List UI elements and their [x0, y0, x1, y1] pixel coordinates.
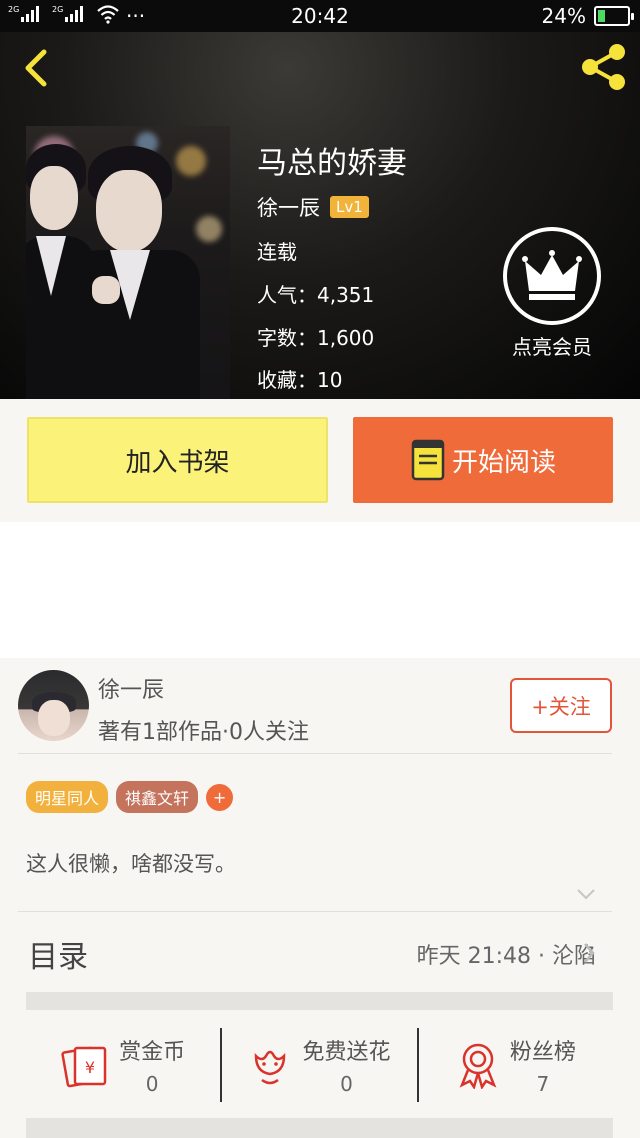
- level-badge: Lv1: [330, 196, 369, 218]
- book-title: 马总的娇妻: [257, 146, 407, 181]
- add-tag-button[interactable]: +: [206, 783, 234, 811]
- spacer: [0, 522, 640, 658]
- start-reading-label: 开始阅读: [451, 447, 556, 478]
- tag-item[interactable]: 祺鑫文轩: [116, 781, 199, 813]
- rewards-row: ¥ 赏金币 0 免费送花 0 粉丝榜 7: [26, 1010, 613, 1120]
- chevron-right-icon[interactable]: [582, 942, 596, 964]
- share-button[interactable]: [580, 42, 628, 92]
- follow-button[interactable]: +关注: [510, 678, 612, 733]
- book-cover-image[interactable]: [26, 126, 230, 399]
- share-icon: [582, 44, 625, 90]
- status-bar: 2G 2G ··· 20:42 24%: [0, 0, 640, 32]
- flower-icon: [255, 1050, 286, 1085]
- member-button[interactable]: 点亮会员: [500, 227, 604, 360]
- battery-percent: 24%: [541, 4, 586, 28]
- section-divider: [26, 992, 613, 1010]
- back-arrow-icon: [25, 49, 47, 87]
- back-button[interactable]: [18, 46, 58, 90]
- author-row[interactable]: 徐一辰 Lv1: [257, 192, 369, 222]
- toc-latest-chapter[interactable]: 昨天 21:48 · 沦陷: [417, 938, 596, 970]
- book-author[interactable]: 徐一辰: [257, 192, 320, 222]
- reward-label: 免费送花: [302, 1040, 391, 1065]
- reward-value: 0: [340, 1072, 353, 1096]
- fan-ranking-button[interactable]: 粉丝榜 7: [419, 1010, 613, 1120]
- author-stats: 著有1部作品·0人关注: [98, 720, 309, 745]
- reward-value: 7: [536, 1072, 550, 1096]
- author-description: 这人很懒，啥都没写。: [26, 852, 236, 876]
- status-right: 24%: [541, 4, 634, 28]
- reward-label: 粉丝榜: [509, 1040, 576, 1065]
- add-to-shelf-button[interactable]: 加入书架: [27, 417, 328, 503]
- member-label: 点亮会员: [512, 335, 592, 359]
- start-reading-button[interactable]: 开始阅读: [353, 417, 613, 503]
- tag-list: 明星同人 祺鑫文轩 +: [26, 781, 234, 813]
- book-status: 连载: [257, 240, 297, 264]
- medal-icon: [459, 1043, 497, 1089]
- book-popularity: 人气：4,351: [257, 283, 375, 307]
- book-favorites: 收藏：10: [257, 368, 343, 392]
- section-divider: [26, 1118, 613, 1138]
- author-name[interactable]: 徐一辰: [98, 672, 164, 704]
- svg-text:¥: ¥: [85, 1058, 95, 1077]
- send-flower-button[interactable]: 免费送花 0: [222, 1010, 416, 1120]
- reward-coin-icon: ¥: [61, 1046, 107, 1088]
- action-area: 加入书架 开始阅读: [0, 399, 640, 522]
- crown-icon: [503, 227, 601, 325]
- toc-title[interactable]: 目录: [28, 932, 88, 976]
- book-header: 马总的娇妻 徐一辰 Lv1 连载 人气：4,351 字数：1,600 收藏：10…: [0, 32, 640, 399]
- add-to-shelf-label: 加入书架: [125, 447, 230, 478]
- reward-label: 赏金币: [119, 1040, 186, 1065]
- divider: [18, 911, 612, 912]
- tag-item[interactable]: 明星同人: [26, 781, 109, 813]
- battery-fill: [598, 10, 605, 22]
- reward-value: 0: [145, 1072, 159, 1096]
- battery-icon: [594, 6, 634, 26]
- author-card: 徐一辰 著有1部作品·0人关注 +关注 明星同人 祺鑫文轩 + 这人很懒，啥都没…: [0, 658, 640, 1138]
- chevron-down-icon[interactable]: [576, 888, 596, 900]
- reward-coin-button[interactable]: ¥ 赏金币 0: [26, 1010, 220, 1120]
- avatar[interactable]: [18, 670, 89, 741]
- book-word-count: 字数：1,600: [257, 326, 375, 350]
- book-icon: [411, 439, 445, 481]
- divider: [18, 753, 612, 754]
